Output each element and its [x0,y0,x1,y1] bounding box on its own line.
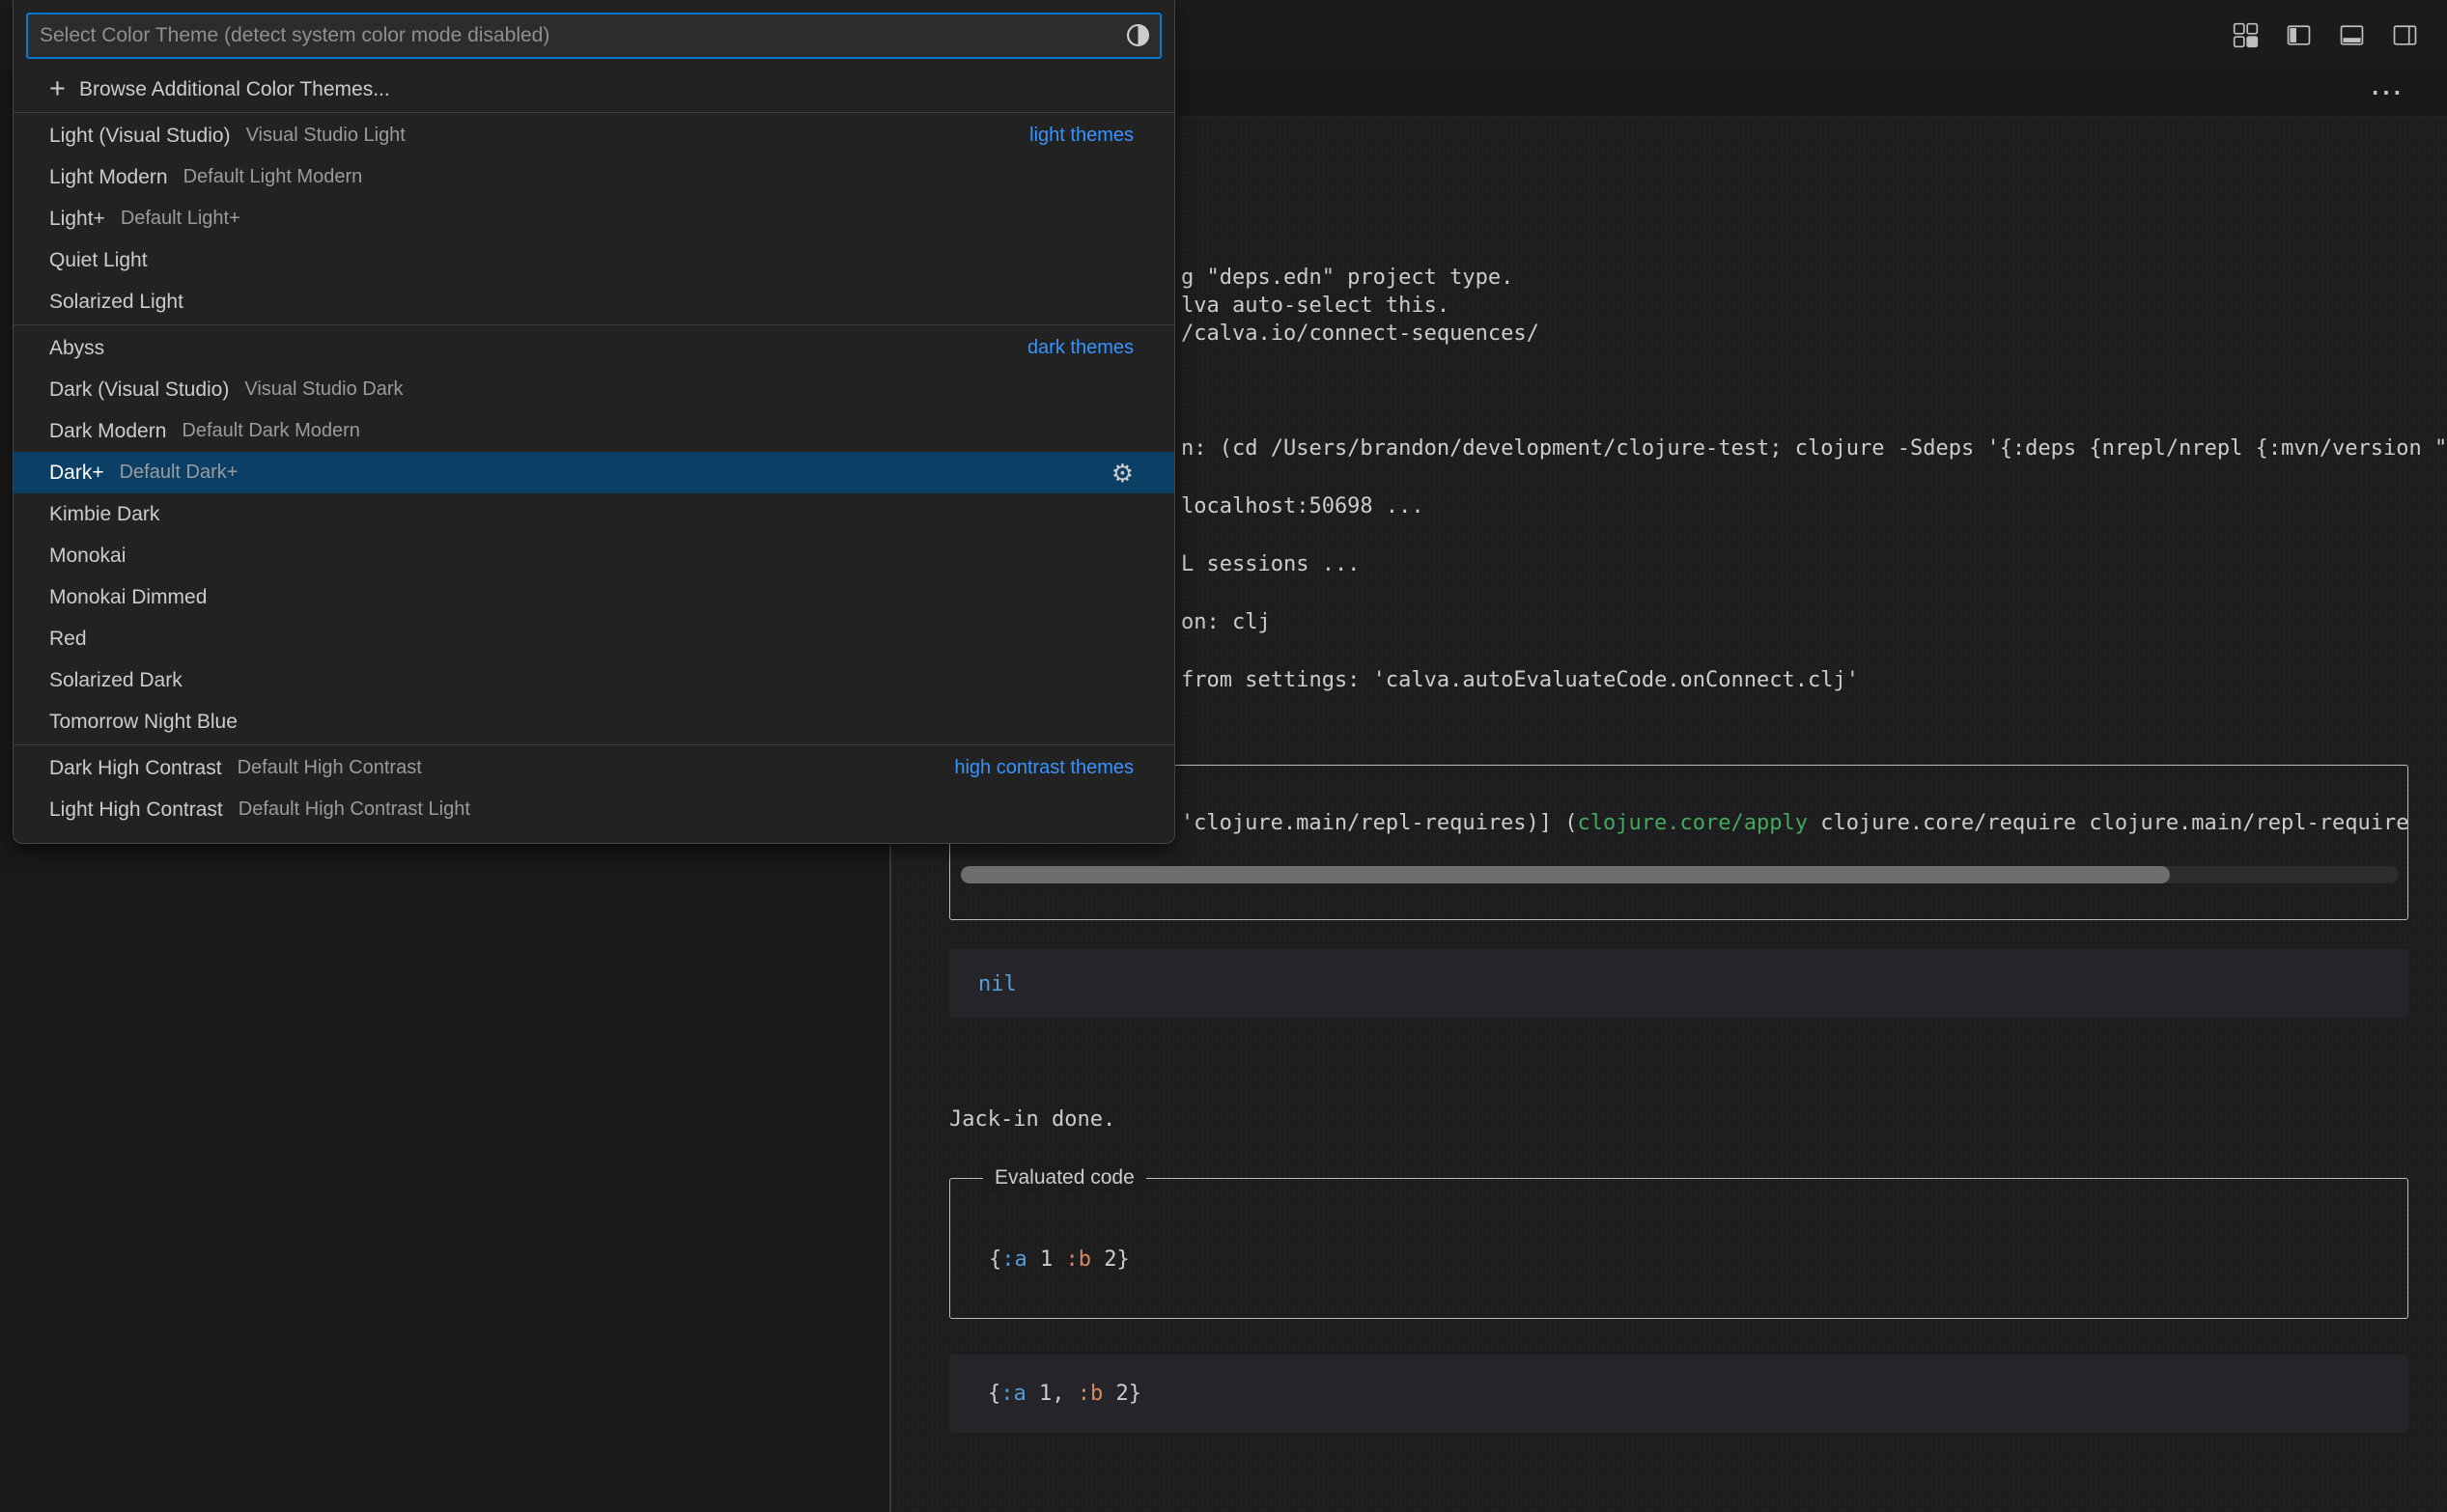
quick-pick-item[interactable]: + Browse Additional Color Themes... [14,69,1174,110]
quick-pick-item[interactable]: Dark High Contrast Default High Contrast h… [14,747,1174,789]
nil-result-box: nil [949,949,2408,1019]
code-token: 1, [1027,1382,1078,1406]
jackin-code-line: quires (resolve 'clojure.main/repl-requi… [976,809,2408,838]
result2-line: {:a 1, :b 2} [988,1380,1141,1409]
quick-pick-item[interactable]: Dark Modern Default Dark Modern [14,410,1174,452]
quick-pick-item[interactable]: Monokai [14,535,1174,576]
code-token: :b [1078,1382,1104,1406]
repl-line: n: (cd /Users/brandon/development/clojur… [1181,434,2447,463]
result-box: {:a 1, :b 2} [949,1355,2408,1433]
quick-pick-separator [14,744,1174,745]
theme-label: Dark High Contrast [49,757,222,780]
quick-pick-item[interactable]: Dark (Visual Studio) Visual Studio Dark [14,369,1174,410]
titlebar-layout-controls [2233,0,2418,70]
toggle-panel-icon[interactable] [2339,22,2365,48]
code-token: :a [1001,1247,1027,1272]
theme-label: Dark Modern [49,420,166,443]
toggle-primary-sidebar-icon[interactable] [2286,22,2312,48]
theme-description: Default Dark+ [120,462,239,484]
theme-group-label: dark themes [1027,337,1134,359]
theme-description: Default Light Modern [183,166,363,188]
quick-pick-item[interactable]: Solarized Dark [14,659,1174,701]
code-token: clojure.core/apply [1578,811,1808,835]
horizontal-scrollbar [961,866,2399,883]
customize-layout-icon[interactable] [2233,22,2259,48]
theme-label: Solarized Dark [49,669,183,692]
quick-pick-item[interactable]: Light (Visual Studio) Visual Studio Light… [14,115,1174,156]
repl-line: from settings: 'calva.autoEvaluateCode.o… [1181,666,1859,695]
nil-result: nil [978,972,1017,996]
theme-label: Dark+ [49,462,104,485]
code-token: :a [1000,1382,1027,1406]
quick-pick-item[interactable]: Light+ Default Light+ [14,198,1174,239]
quick-pick-item[interactable]: Light Modern Default Light Modern [14,156,1174,198]
theme-label: Monokai Dimmed [49,586,207,609]
code-token: 1 [1027,1247,1066,1272]
repl-line: on: clj [1181,608,1271,637]
code-token: :b [1066,1247,1092,1272]
theme-description: Default High Contrast [238,757,422,779]
repl-line: /calva.io/connect-sequences/ [1181,320,1539,349]
theme-label: Light (Visual Studio) [49,125,231,148]
theme-label: Monokai [49,545,126,568]
theme-description: Visual Studio Dark [244,378,403,401]
theme-description: Default High Contrast Light [239,798,470,821]
quick-pick-item[interactable]: Dark+ Default Dark+ ⚙ [14,452,1174,493]
repl-line: L sessions ... [1181,550,1360,579]
repl-line: g "deps.edn" project type. [1181,264,1513,293]
theme-group-label: light themes [1029,125,1134,147]
quick-pick-item[interactable]: Tomorrow Night Blue [14,701,1174,742]
gear-icon[interactable]: ⚙ [1111,461,1134,486]
code-token: { [989,1247,1001,1272]
quick-pick-item[interactable]: Light High Contrast Default High Contrast… [14,789,1174,830]
add-icon: + [49,75,66,103]
quick-pick-item[interactable]: Monokai Dimmed [14,576,1174,618]
quick-pick: + Browse Additional Color Themes... Light … [13,0,1175,844]
theme-label: Abyss [49,337,104,360]
quick-pick-separator [14,112,1174,113]
code-token: { [988,1382,1000,1406]
evaluated-code-legend: Evaluated code [983,1163,1146,1192]
theme-label: Light High Contrast [49,798,223,822]
theme-label: Kimbie Dark [49,503,159,526]
repl-line: lva auto-select this. [1181,292,1449,321]
theme-description: Default Light+ [121,208,240,230]
jackin-done-line: Jack-in done. [949,1106,1115,1134]
theme-label: Quiet Light [49,249,148,272]
toggle-secondary-sidebar-icon[interactable] [2392,22,2418,48]
evaluated-code-box: Evaluated code {:a 1 :b 2} [949,1178,2408,1319]
theme-description: Visual Studio Light [246,125,406,147]
theme-label: Tomorrow Night Blue [49,711,238,734]
theme-label: Dark (Visual Studio) [49,378,229,402]
code-token: 'clojure.main/repl-requires)] ( [1168,811,1578,835]
repl-line: localhost:50698 ... [1181,492,1424,521]
theme-label: Light Modern [49,166,168,189]
quick-pick-item[interactable]: Solarized Light [14,281,1174,322]
quick-pick-item[interactable]: Kimbie Dark [14,493,1174,535]
theme-group-label: high contrast themes [954,757,1134,779]
code-token: 2} [1091,1247,1130,1272]
quick-pick-separator [14,324,1174,325]
quick-pick-list: + Browse Additional Color Themes... Light … [14,69,1174,830]
evaluated-code-line: {:a 1 :b 2} [989,1246,1130,1274]
theme-label: Solarized Light [49,291,183,314]
theme-label: Red [49,628,87,651]
color-mode-icon[interactable] [1125,22,1151,48]
quick-pick-item[interactable]: Abyss dark themes [14,327,1174,369]
theme-search-input[interactable] [26,13,1162,59]
theme-description: Default Dark Modern [182,420,360,442]
code-token: 2} [1103,1382,1141,1406]
quick-pick-item[interactable]: Quiet Light [14,239,1174,281]
quick-pick-item[interactable]: Red [14,618,1174,659]
code-token: clojure.core/require clojure.main/repl-r… [1808,811,2408,835]
theme-label: Light+ [49,208,105,231]
more-actions-icon[interactable]: ⋯ [2370,70,2403,117]
theme-label: Browse Additional Color Themes... [79,78,390,101]
quick-pick-input-wrap [26,13,1162,59]
horizontal-scrollbar-thumb[interactable] [961,866,2170,883]
